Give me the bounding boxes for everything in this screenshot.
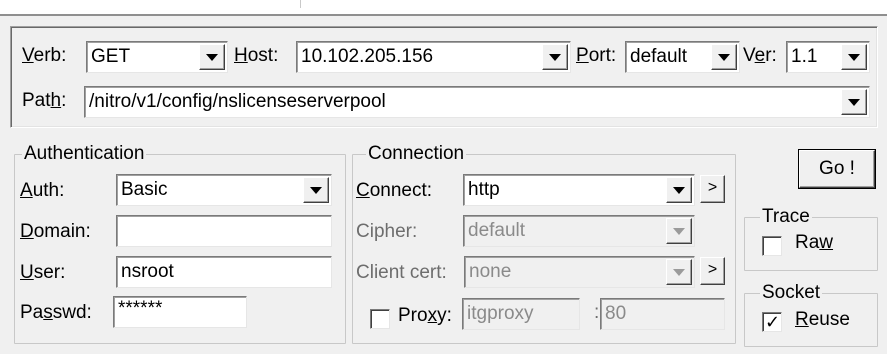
port-value: default — [630, 46, 688, 67]
password-label: Passwd: — [20, 302, 92, 323]
proxy-label[interactable]: Proxy: — [398, 305, 452, 327]
verb-label: Verb: — [22, 45, 67, 66]
reuse-checkbox[interactable]: ✓ — [762, 312, 782, 332]
client-cert-value: none — [469, 261, 512, 282]
port-dropdown-icon[interactable] — [711, 44, 737, 70]
request-window: Verb: GET Host: 10.102.205.156 Port: def… — [0, 0, 887, 354]
client-cert-label: Client cert: — [356, 262, 447, 283]
path-value: /nitro/v1/config/nslicenseserverpool — [89, 91, 386, 112]
host-select[interactable]: 10.102.205.156 — [296, 41, 571, 73]
connect-label: Connect: — [356, 180, 433, 201]
client-cert-more-button[interactable]: > — [700, 257, 725, 285]
proxy-colon: : — [594, 302, 600, 323]
raw-checkbox[interactable] — [762, 236, 782, 256]
toolbar-divider — [300, 0, 301, 8]
version-select[interactable]: 1.1 — [786, 41, 870, 73]
domain-field[interactable] — [116, 215, 332, 247]
trace-title: Trace — [760, 206, 812, 228]
version-label: Ver: — [743, 45, 777, 66]
host-label: Host: — [234, 45, 279, 66]
proxy-host-field: itgproxy — [462, 298, 580, 330]
chevron-right-icon: > — [707, 179, 718, 196]
separator-line — [0, 14, 887, 16]
connect-more-button[interactable]: > — [700, 175, 725, 203]
auth-select[interactable]: Basic — [116, 174, 332, 206]
cipher-select: default — [463, 215, 695, 247]
connection-title: Connection — [366, 143, 467, 165]
chevron-right-icon: > — [707, 261, 718, 278]
client-cert-select: none — [464, 256, 695, 288]
reuse-label[interactable]: Reuse — [795, 309, 850, 331]
path-select[interactable]: /nitro/v1/config/nslicenseserverpool — [84, 86, 870, 118]
host-dropdown-icon[interactable] — [542, 44, 568, 70]
verb-value: GET — [91, 46, 131, 67]
client-cert-dropdown-icon — [666, 259, 692, 285]
version-value: 1.1 — [791, 46, 818, 67]
go-button[interactable]: Go ! — [799, 150, 875, 188]
path-label: Path: — [22, 90, 67, 111]
authentication-title: Authentication — [22, 143, 147, 165]
cipher-value: default — [468, 220, 526, 241]
cipher-label: Cipher: — [356, 221, 418, 242]
password-field[interactable]: ****** — [113, 296, 247, 328]
user-label: User: — [20, 262, 66, 283]
checkmark-icon: ✓ — [765, 312, 781, 332]
socket-title: Socket — [760, 282, 823, 304]
port-label: Port: — [576, 45, 617, 66]
toolbar-strip — [0, 0, 887, 14]
path-dropdown-icon[interactable] — [841, 89, 867, 115]
auth-label: Auth: — [20, 180, 65, 201]
connect-select[interactable]: http — [463, 174, 695, 206]
cipher-dropdown-icon — [666, 218, 692, 244]
connect-dropdown-icon[interactable] — [666, 177, 692, 203]
user-field[interactable]: nsroot — [116, 256, 332, 288]
host-value: 10.102.205.156 — [301, 46, 434, 67]
port-select[interactable]: default — [625, 41, 740, 73]
auth-dropdown-icon[interactable] — [303, 177, 329, 203]
proxy-checkbox[interactable] — [370, 309, 390, 329]
verb-dropdown-icon[interactable] — [199, 44, 225, 70]
auth-value: Basic — [121, 179, 168, 200]
connect-value: http — [468, 179, 500, 200]
version-dropdown-icon[interactable] — [841, 44, 867, 70]
raw-label[interactable]: Raw — [795, 232, 833, 254]
verb-select[interactable]: GET — [86, 41, 228, 73]
proxy-port-field: 80 — [600, 298, 725, 330]
domain-label: Domain: — [20, 221, 91, 242]
